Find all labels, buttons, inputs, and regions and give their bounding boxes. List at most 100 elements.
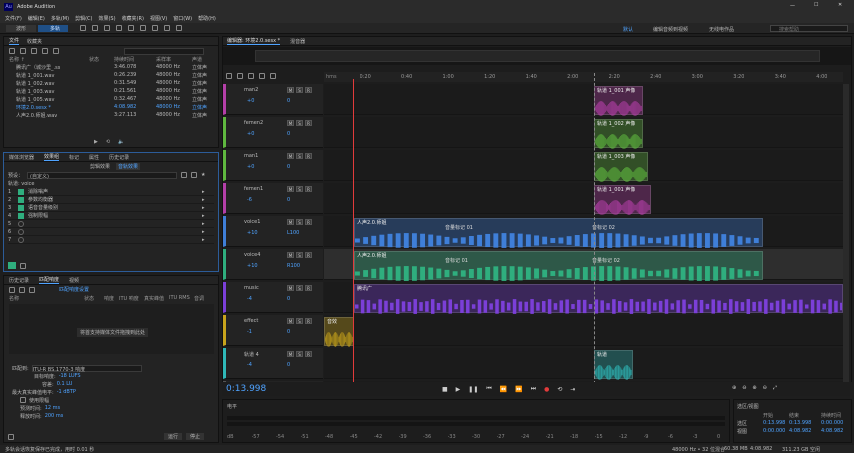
track-btn-S[interactable]: S: [296, 87, 303, 93]
menu-item-7[interactable]: 窗口(W): [173, 15, 192, 22]
track-volume[interactable]: +10: [247, 263, 258, 269]
track-btn-M[interactable]: M: [287, 153, 294, 159]
slot-arrow-icon[interactable]: ▸: [202, 237, 205, 243]
selection-cell[interactable]: 4:08.982: [821, 428, 843, 434]
track-name[interactable]: man1: [244, 153, 258, 159]
track-volume[interactable]: -4: [247, 362, 252, 368]
tolerance-value[interactable]: 0.1 LU: [57, 381, 73, 387]
lasso-icon[interactable]: [152, 25, 158, 31]
slot-arrow-icon[interactable]: ▸: [202, 221, 205, 227]
new-file-icon[interactable]: [31, 48, 37, 54]
selection-cell[interactable]: 0:00.000: [821, 420, 843, 426]
tab-files[interactable]: 文件: [9, 37, 20, 45]
razor-tool-icon[interactable]: [104, 25, 110, 31]
clear-icon[interactable]: [29, 286, 35, 293]
file-row[interactable]: 腾讯广（城沙里_.ss 3:46.078 48000 Hz 立体声: [4, 63, 218, 71]
insert-icon[interactable]: [20, 262, 26, 269]
track-btn-M[interactable]: M: [287, 120, 294, 126]
match-select[interactable]: ITU-R BS.1770-3 响度: [31, 364, 142, 373]
selection-cell[interactable]: 0:13.998: [763, 420, 785, 426]
track-btn-S[interactable]: S: [296, 285, 303, 291]
run-button[interactable]: 运行: [164, 433, 183, 440]
spectral-icon[interactable]: [80, 25, 86, 31]
marquee-icon[interactable]: [140, 25, 146, 31]
maximize-button[interactable]: ☐: [814, 2, 818, 8]
track-btn-S[interactable]: S: [296, 120, 303, 126]
file-row[interactable]: 轨道 1_005.wav 0:32.467 48000 Hz 立体声: [4, 95, 218, 103]
subtab-track-effects[interactable]: 音轨效果: [116, 162, 141, 170]
match-settings-button[interactable]: 匹配响度设置: [59, 286, 89, 293]
remove-file-icon[interactable]: [19, 286, 25, 293]
track-name[interactable]: voice1: [244, 219, 260, 225]
sends-icon[interactable]: [248, 73, 254, 79]
track-lane[interactable]: 轨道 1_001 声像: [324, 183, 843, 215]
subtab-clip-effects[interactable]: 剪辑效果: [90, 163, 110, 170]
release-value[interactable]: 200 ms: [45, 413, 64, 419]
track-btn-M[interactable]: M: [287, 318, 294, 324]
menu-item-8[interactable]: 帮助(H): [198, 15, 216, 22]
track-lane[interactable]: 轨道 1_001 声像: [324, 84, 843, 116]
audio-clip[interactable]: 轨道 1_003 声像: [594, 152, 648, 182]
add-file-icon[interactable]: [9, 286, 15, 293]
effects-tab-0[interactable]: 媒体浏览器: [9, 154, 34, 161]
move-tool-icon[interactable]: [92, 25, 98, 31]
file-row[interactable]: 人声2.0.师姐.wav 3:27.113 48000 Hz 立体声: [4, 111, 218, 119]
track-name[interactable]: music: [244, 285, 259, 291]
track-pan[interactable]: 0: [287, 329, 290, 335]
track-btn-M[interactable]: M: [287, 351, 294, 357]
slot-power-icon[interactable]: [18, 220, 24, 227]
track-btn-M[interactable]: M: [287, 186, 294, 192]
track-lane[interactable]: 人声2.0.师姐 音量标记 01 音标记 02: [324, 216, 843, 248]
effect-slot[interactable]: 1 消除嗡声 ▸: [8, 188, 214, 196]
track-btn-S[interactable]: S: [296, 153, 303, 159]
track-header[interactable]: voice1 M S R +10 L100: [223, 216, 323, 247]
track-header[interactable]: effect M S R -1 0: [223, 315, 323, 346]
track-pan[interactable]: 0: [287, 98, 290, 104]
skip-icon[interactable]: ⇥: [570, 386, 575, 393]
audio-clip[interactable]: 轨道 1_001 声像: [594, 185, 651, 215]
effects-tab-3[interactable]: 属性: [89, 154, 99, 161]
effects-tab-4[interactable]: 历史记录: [109, 154, 129, 161]
selection-cell[interactable]: 0:00.000: [763, 428, 785, 434]
insert-icon[interactable]: [42, 48, 48, 54]
track-volume[interactable]: -6: [247, 197, 252, 203]
track-header[interactable]: man1 M S R +0 0: [223, 150, 323, 181]
track-btn-R[interactable]: R: [305, 153, 312, 159]
track-volume[interactable]: -4: [247, 296, 252, 302]
effect-slot[interactable]: 5 ▸: [8, 220, 214, 228]
track-name[interactable]: man2: [244, 87, 258, 93]
col-name[interactable]: 名称 ↑: [9, 56, 25, 63]
loudness-col[interactable]: 名称: [9, 295, 19, 302]
effect-slot[interactable]: 3 语音音量级别 ▸: [8, 204, 214, 212]
record-icon[interactable]: ●: [544, 386, 549, 393]
menu-item-1[interactable]: 编辑(E): [28, 15, 45, 22]
tab-mixer[interactable]: 混音器: [290, 38, 305, 45]
track-name[interactable]: 轨道 4: [244, 351, 259, 358]
track-btn-R[interactable]: R: [305, 87, 312, 93]
effects-tab-1[interactable]: 效果组: [44, 153, 60, 161]
time-ruler[interactable]: hms 0:20 0:40 1:00 1:20 1:40 2:00 2:20 2:40 3:00…: [324, 72, 843, 82]
audio-clip[interactable]: 轨道 1_001 声像: [594, 86, 643, 116]
slot-power-icon[interactable]: [18, 188, 24, 195]
track-volume[interactable]: +0: [247, 164, 254, 170]
track-header[interactable]: femen2 M S R +0 0: [223, 117, 323, 148]
track-header[interactable]: 轨道 4 M S R -4 0: [223, 348, 323, 379]
track-btn-R[interactable]: R: [305, 219, 312, 225]
slot-arrow-icon[interactable]: ▸: [202, 205, 205, 211]
zoom-in-amplitude-icon[interactable]: ⊕: [732, 385, 736, 391]
playhead[interactable]: [353, 79, 354, 384]
track-btn-R[interactable]: R: [305, 120, 312, 126]
fx-icon[interactable]: [237, 73, 243, 79]
slot-power-icon[interactable]: [18, 204, 24, 211]
close-file-icon[interactable]: [53, 48, 59, 54]
fast-forward-icon[interactable]: ⏩: [515, 386, 522, 393]
save-preset-icon[interactable]: [181, 172, 188, 178]
play-preview-icon[interactable]: ▶: [94, 139, 98, 145]
track-lane[interactable]: 音效: [324, 315, 843, 347]
track-volume[interactable]: +10: [247, 230, 258, 236]
effect-slot[interactable]: 6 ▸: [8, 228, 214, 236]
file-row[interactable]: 轨道 1_002.wav 0:31.549 48000 Hz 立体声: [4, 79, 218, 87]
track-name[interactable]: effect: [244, 318, 258, 324]
zoom-out-time-icon[interactable]: ⊖: [763, 385, 767, 391]
zoom-full-icon[interactable]: ⤢: [773, 385, 777, 391]
